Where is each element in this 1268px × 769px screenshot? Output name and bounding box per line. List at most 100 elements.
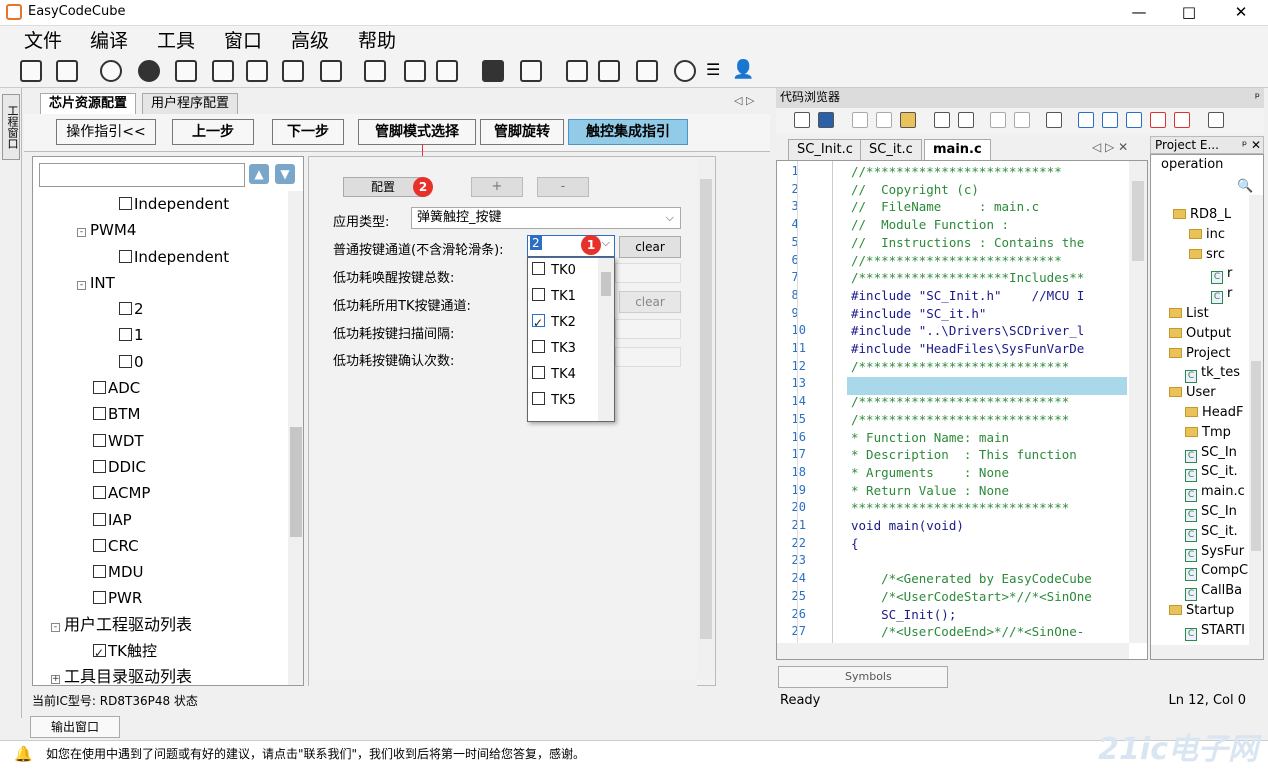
user-icon[interactable]: 👤: [732, 60, 754, 82]
node-checkbox-checked[interactable]: [93, 640, 106, 666]
output-window-tab[interactable]: 输出窗口: [30, 716, 120, 738]
copy-icon[interactable]: [876, 112, 892, 128]
code-line[interactable]: void main(void): [851, 517, 1092, 535]
project-tree-item[interactable]: C SC_it.: [1185, 462, 1238, 483]
code-line[interactable]: * Description : This function: [851, 446, 1092, 464]
undo-icon[interactable]: [990, 112, 1006, 128]
remove-button[interactable]: -: [537, 177, 589, 197]
node-checkbox[interactable]: [93, 565, 106, 579]
code-line[interactable]: *****************************: [851, 499, 1092, 517]
tree-node[interactable]: - PWM4: [33, 217, 288, 243]
pin-close-icon[interactable]: ᵖ ✕: [1242, 137, 1261, 153]
project-window-tab[interactable]: 工程窗口: [2, 94, 20, 160]
config-scrollbar[interactable]: [697, 159, 715, 679]
lp-wake-total-select[interactable]: [615, 263, 681, 283]
tree-node[interactable]: IAP: [33, 507, 288, 533]
indent-icon[interactable]: [934, 112, 950, 128]
collapse-icon[interactable]: -: [51, 622, 60, 632]
tab-main[interactable]: main.c: [924, 139, 991, 160]
config-scrollbar-thumb[interactable]: [700, 179, 712, 639]
delete-icon[interactable]: [320, 60, 342, 82]
guide-button[interactable]: 操作指引<<: [56, 119, 156, 145]
project-tree-item[interactable]: HeadF: [1185, 403, 1243, 423]
node-checkbox[interactable]: [93, 486, 106, 500]
option-checkbox[interactable]: [532, 340, 545, 353]
cut-icon[interactable]: [852, 112, 868, 128]
tree-node[interactable]: DDIC: [33, 454, 288, 480]
tree-scrollbar-thumb[interactable]: [290, 427, 302, 537]
tree-node[interactable]: WDT: [33, 428, 288, 454]
node-checkbox[interactable]: [93, 407, 106, 421]
project-tree-item[interactable]: User: [1169, 383, 1216, 403]
arrow-down-icon[interactable]: ▼: [275, 164, 295, 184]
project-tree-item[interactable]: Project: [1169, 344, 1230, 364]
open-folder-icon[interactable]: [56, 60, 78, 82]
next-step-button[interactable]: 下一步: [272, 119, 344, 145]
prev-step-button[interactable]: 上一步: [172, 119, 254, 145]
code-line[interactable]: //**************************: [851, 163, 1092, 181]
book-icon[interactable]: [364, 60, 386, 82]
project-scrollbar-thumb[interactable]: [1251, 361, 1261, 551]
project-tree-item[interactable]: C SC_In: [1185, 502, 1237, 522]
menu-help[interactable]: 帮助: [348, 28, 406, 54]
code-line[interactable]: /*<UserCodeEnd>*//*<SinOne-: [851, 623, 1092, 641]
app-type-select[interactable]: 弹簧触控_按键 ⌵: [411, 207, 681, 229]
project-tree-item[interactable]: C SysFur: [1185, 542, 1244, 562]
channel-select[interactable]: 2 ⌵: [527, 235, 615, 257]
refresh-icon[interactable]: [100, 60, 122, 82]
menu-tools[interactable]: 工具: [147, 28, 205, 54]
tree-node[interactable]: ACMP: [33, 480, 288, 506]
project-tree-item[interactable]: C STARTI: [1185, 621, 1245, 641]
project-tree-item[interactable]: RD8_L: [1173, 205, 1231, 225]
dropdown-option[interactable]: TK3: [532, 336, 576, 362]
folder-icon[interactable]: [598, 60, 620, 82]
tree-node[interactable]: PWR: [33, 585, 288, 611]
tree-node[interactable]: 2: [33, 296, 288, 322]
node-checkbox[interactable]: [119, 328, 132, 342]
code-line[interactable]: /*<UserCodeStart>*//*<SinOne: [851, 588, 1092, 606]
clear-button[interactable]: clear: [619, 236, 681, 258]
tab-scroll-arrows-icon[interactable]: ◁ ▷: [734, 94, 754, 107]
calculator-icon[interactable]: [1046, 112, 1062, 128]
tree-node[interactable]: 0: [33, 349, 288, 375]
node-checkbox[interactable]: [93, 459, 106, 473]
tree-node[interactable]: 1: [33, 322, 288, 348]
menu-window[interactable]: 窗口: [214, 28, 272, 54]
tree-node[interactable]: ADC: [33, 375, 288, 401]
code-line[interactable]: /****************************: [851, 393, 1092, 411]
project-tree-item[interactable]: inc: [1189, 225, 1225, 245]
project-tree-item[interactable]: src: [1189, 245, 1225, 265]
code-line[interactable]: #include "SC_it.h": [851, 305, 1092, 323]
dropdown-scrollbar-thumb[interactable]: [601, 272, 611, 296]
bell-icon[interactable]: 🔔: [14, 741, 33, 768]
project-tree-item[interactable]: Cmain.c: [1185, 482, 1245, 503]
project-tree-item[interactable]: Startup: [1169, 601, 1234, 621]
code-line[interactable]: SC_Init();: [851, 606, 1092, 624]
project-hscrollbar[interactable]: [1151, 645, 1263, 659]
redo-icon[interactable]: [1014, 112, 1030, 128]
find-icon[interactable]: [1208, 112, 1224, 128]
project-tree-item[interactable]: List: [1169, 304, 1209, 324]
outdent-icon[interactable]: [958, 112, 974, 128]
option-checkbox[interactable]: [532, 392, 545, 405]
clear-button-disabled[interactable]: clear: [619, 291, 681, 313]
code-line[interactable]: // Instructions : Contains the: [851, 234, 1092, 252]
lp-confirm-select[interactable]: [615, 347, 681, 367]
chip-config-icon[interactable]: [175, 60, 197, 82]
project-tree-item[interactable]: C CallBa: [1185, 581, 1242, 602]
editor-scrollbar[interactable]: [1129, 161, 1147, 643]
tree-node[interactable]: CRC: [33, 533, 288, 559]
search-settings-icon[interactable]: [566, 60, 588, 82]
tab-sc-init[interactable]: SC_Init.c: [788, 139, 862, 160]
import-icon[interactable]: [282, 60, 304, 82]
new-project-icon[interactable]: [20, 60, 42, 82]
code-editor[interactable]: 1 2 3 4 5 6 7 8 9 10 11 12 13 14 15 16 17 18 19 20 21 22 23 24 2…: [776, 160, 1148, 660]
project-tree-item[interactable]: C SC_In: [1185, 443, 1237, 463]
dropdown-scrollbar[interactable]: [598, 258, 614, 421]
tab-user-program[interactable]: 用户程序配置: [142, 93, 239, 114]
minimize-button[interactable]: —: [1116, 2, 1162, 24]
project-tree-item[interactable]: Cr: [1211, 284, 1232, 305]
download-icon[interactable]: [212, 60, 234, 82]
code-line[interactable]: [851, 375, 1092, 393]
save-icon[interactable]: [818, 112, 834, 128]
